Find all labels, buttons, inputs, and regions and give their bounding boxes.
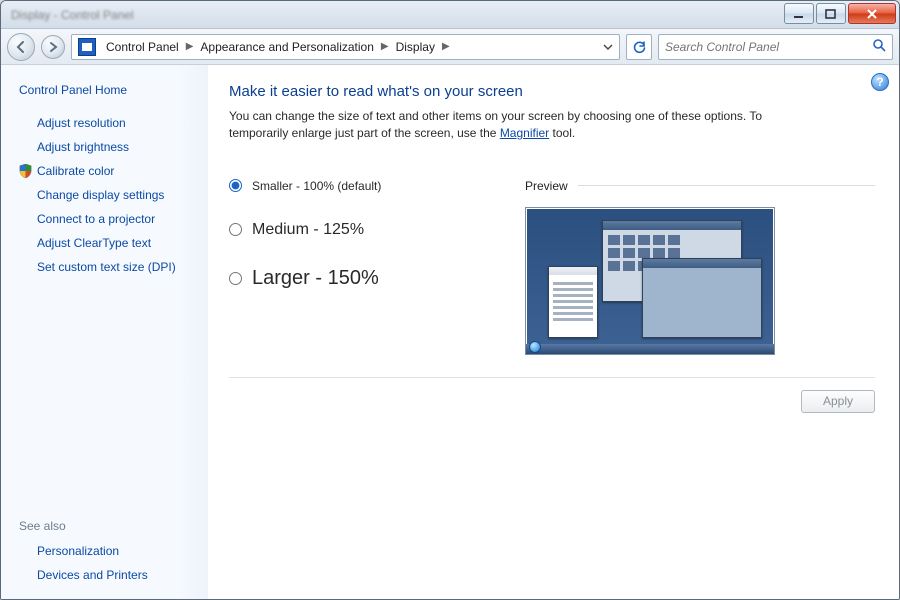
search-input[interactable] bbox=[665, 40, 872, 54]
see-also-label: See also bbox=[19, 519, 196, 539]
sidebar-link-label: Calibrate color bbox=[37, 164, 114, 178]
option-label: Smaller - 100% (default) bbox=[252, 179, 381, 193]
breadcrumb-item[interactable]: Appearance and Personalization bbox=[194, 40, 379, 54]
magnifier-link[interactable]: Magnifier bbox=[500, 126, 549, 140]
preview-taskbar bbox=[526, 344, 774, 354]
page-title: Make it easier to read what's on your sc… bbox=[229, 83, 875, 100]
description-text: tool. bbox=[549, 126, 575, 140]
preview-start-orb bbox=[529, 341, 541, 353]
sidebar-link-connect-projector[interactable]: Connect to a projector bbox=[19, 207, 196, 231]
sidebar-link-label: Devices and Printers bbox=[37, 568, 148, 582]
page-description: You can change the size of text and othe… bbox=[229, 108, 789, 143]
radio-smaller[interactable] bbox=[229, 179, 242, 192]
sidebar-link-label: Adjust resolution bbox=[37, 116, 126, 130]
window-title: Display - Control Panel bbox=[1, 1, 783, 28]
preview-window bbox=[642, 258, 762, 338]
sidebar-link-calibrate-color[interactable]: Calibrate color bbox=[19, 159, 196, 183]
see-also-personalization[interactable]: Personalization bbox=[19, 539, 196, 563]
option-medium[interactable]: Medium - 125% bbox=[229, 221, 489, 239]
forward-button[interactable] bbox=[41, 35, 65, 59]
navigation-bar: Control Panel ▶ Appearance and Personali… bbox=[1, 29, 899, 65]
arrow-left-icon bbox=[14, 40, 28, 54]
chevron-down-icon bbox=[603, 42, 613, 52]
address-bar[interactable]: Control Panel ▶ Appearance and Personali… bbox=[71, 34, 620, 60]
breadcrumb-item[interactable]: Display bbox=[390, 40, 441, 54]
description-text: You can change the size of text and othe… bbox=[229, 109, 762, 140]
chevron-right-icon[interactable]: ▶ bbox=[380, 41, 390, 52]
option-label: Larger - 150% bbox=[252, 267, 379, 290]
minimize-button[interactable] bbox=[784, 3, 814, 24]
sidebar-link-label: Adjust ClearType text bbox=[37, 236, 151, 250]
sidebar-link-label: Connect to a projector bbox=[37, 212, 155, 226]
chevron-right-icon[interactable]: ▶ bbox=[441, 41, 451, 52]
back-button[interactable] bbox=[7, 33, 35, 61]
sidebar-link-adjust-brightness[interactable]: Adjust brightness bbox=[19, 135, 196, 159]
text-size-options: Smaller - 100% (default) Medium - 125% L… bbox=[229, 179, 489, 355]
divider bbox=[578, 185, 875, 186]
option-label: Medium - 125% bbox=[252, 221, 364, 239]
sidebar-link-label: Adjust brightness bbox=[37, 140, 129, 154]
search-box[interactable] bbox=[658, 34, 893, 60]
sidebar-link-label: Change display settings bbox=[37, 188, 164, 202]
address-history-dropdown[interactable] bbox=[599, 35, 617, 59]
breadcrumb-item[interactable]: Control Panel bbox=[100, 40, 185, 54]
sidebar-link-adjust-cleartype[interactable]: Adjust ClearType text bbox=[19, 231, 196, 255]
refresh-button[interactable] bbox=[626, 34, 652, 60]
control-panel-icon bbox=[78, 38, 96, 56]
sidebar-link-custom-text-size[interactable]: Set custom text size (DPI) bbox=[19, 255, 196, 279]
maximize-button[interactable] bbox=[816, 3, 846, 24]
sidebar-link-change-display-settings[interactable]: Change display settings bbox=[19, 183, 196, 207]
main-panel: ? Make it easier to read what's on your … bbox=[209, 65, 899, 599]
minimize-icon bbox=[793, 9, 805, 19]
shield-icon bbox=[19, 164, 32, 178]
sidebar-link-label: Set custom text size (DPI) bbox=[37, 260, 176, 274]
sidebar: Control Panel Home Adjust resolution Adj… bbox=[1, 65, 209, 599]
refresh-icon bbox=[632, 39, 647, 54]
preview-image bbox=[525, 207, 775, 355]
control-panel-home-link[interactable]: Control Panel Home bbox=[19, 79, 196, 111]
sidebar-link-label: Personalization bbox=[37, 544, 119, 558]
search-icon[interactable] bbox=[872, 38, 886, 55]
radio-medium[interactable] bbox=[229, 223, 242, 236]
apply-button[interactable]: Apply bbox=[801, 390, 875, 413]
divider bbox=[229, 377, 875, 378]
see-also-devices-printers[interactable]: Devices and Printers bbox=[19, 563, 196, 587]
maximize-icon bbox=[825, 9, 837, 19]
sidebar-link-adjust-resolution[interactable]: Adjust resolution bbox=[19, 111, 196, 135]
close-icon bbox=[865, 8, 879, 20]
chevron-right-icon[interactable]: ▶ bbox=[185, 41, 195, 52]
option-larger[interactable]: Larger - 150% bbox=[229, 267, 489, 290]
arrow-right-icon bbox=[47, 41, 59, 53]
preview-label: Preview bbox=[525, 179, 568, 193]
help-button[interactable]: ? bbox=[871, 73, 889, 91]
option-smaller[interactable]: Smaller - 100% (default) bbox=[229, 179, 489, 193]
preview-window bbox=[548, 266, 598, 338]
close-button[interactable] bbox=[848, 3, 896, 24]
window-titlebar: Display - Control Panel bbox=[1, 1, 899, 29]
radio-larger[interactable] bbox=[229, 272, 242, 285]
